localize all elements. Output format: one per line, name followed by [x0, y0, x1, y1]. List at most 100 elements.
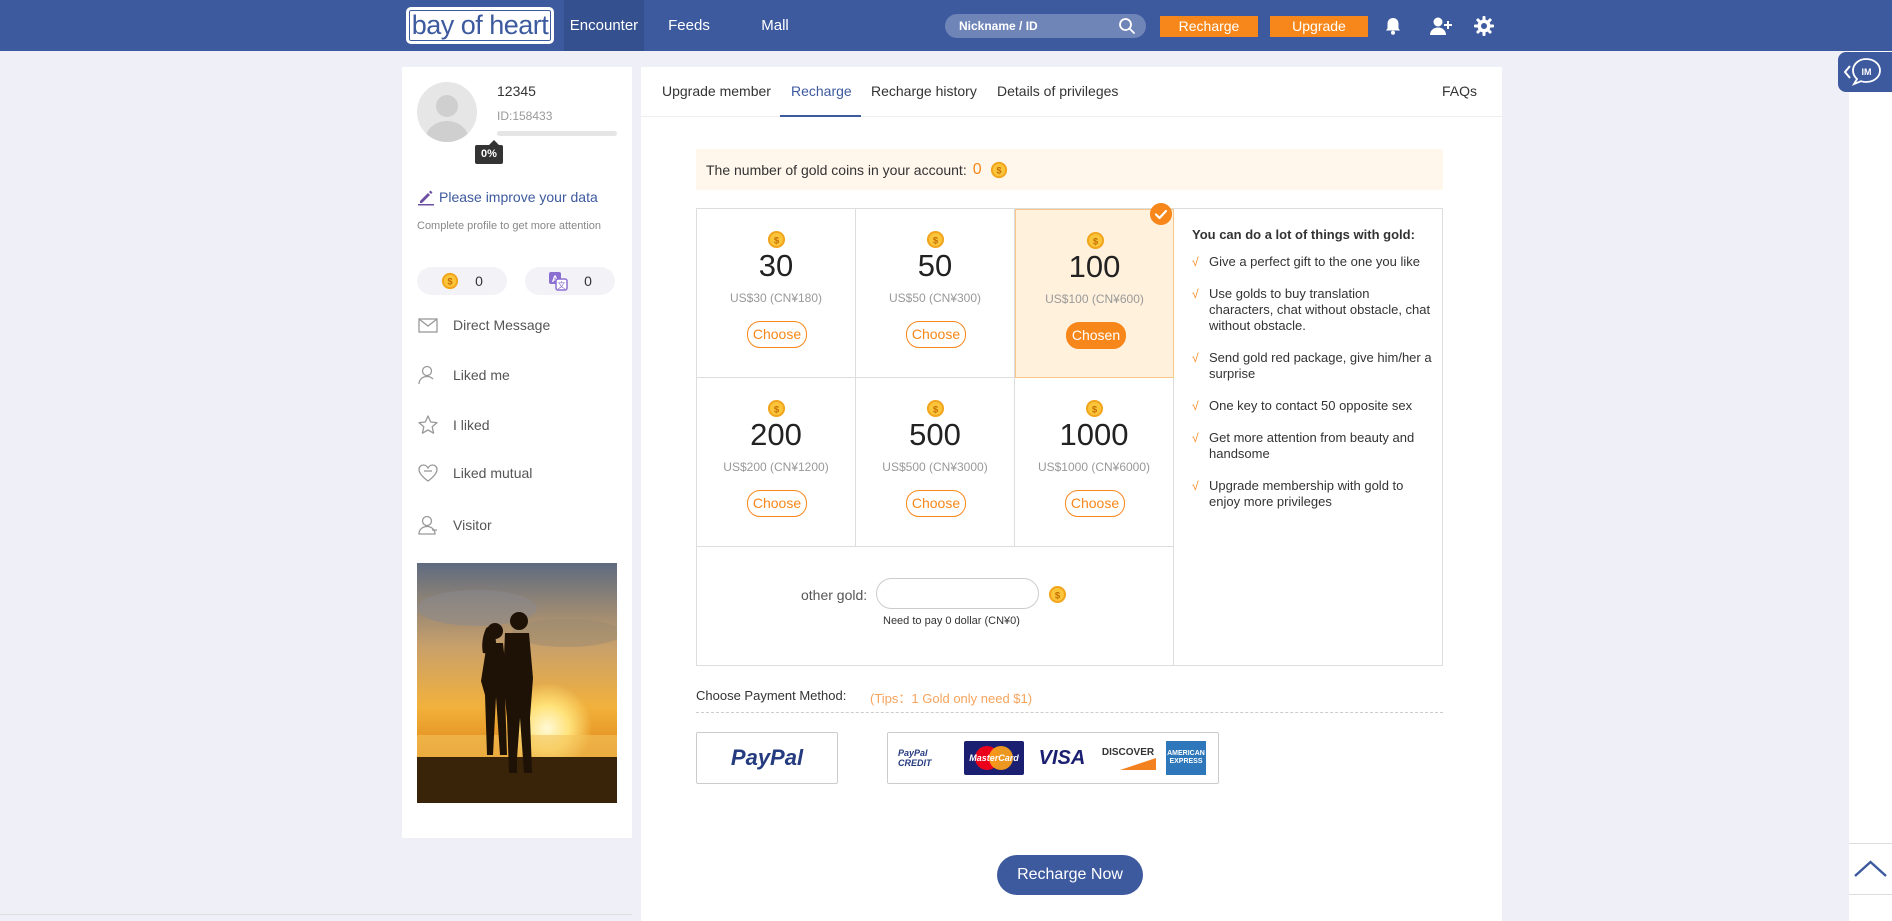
gold-package-amount: 500	[909, 417, 961, 452]
gold-coin-icon: $	[1086, 231, 1105, 250]
choose-package-button[interactable]: Choose	[906, 490, 966, 517]
add-user-icon[interactable]	[1428, 15, 1454, 37]
username: 12345	[497, 83, 536, 99]
header-upgrade-button[interactable]: Upgrade	[1270, 16, 1368, 37]
sidebar-item-label: Liked me	[453, 367, 510, 383]
site-logo[interactable]: bay of heart	[406, 7, 554, 44]
sidebar-item-label: Direct Message	[453, 317, 551, 333]
paypal-logo: PayPal	[730, 745, 804, 770]
sidebar-item-direct-message[interactable]: Direct Message	[417, 313, 550, 337]
gold-coin-icon: $	[1085, 399, 1104, 418]
nav-feeds[interactable]: Feeds	[660, 0, 718, 51]
gold-package-card[interactable]: $ 50 US$50 (CN¥300) Choose	[856, 209, 1015, 378]
gold-balance-pill[interactable]: $ 0	[417, 267, 507, 295]
card-payment-option[interactable]: PayPal CREDIT MasterCard VISA DISCOVER A…	[887, 732, 1219, 784]
gold-package-amount: 100	[1068, 249, 1121, 284]
nav-encounter[interactable]: Encounter	[564, 0, 644, 51]
recharge-now-button[interactable]: Recharge Now	[997, 855, 1143, 895]
gold-perk-text: Upgrade membership with gold to enjoy mo…	[1209, 478, 1404, 509]
header-recharge-button[interactable]: Recharge	[1160, 16, 1258, 37]
tab-details-of-privileges[interactable]: Details of privileges	[997, 83, 1118, 99]
profile-sidebar: 12345 ID:158433 0% Please improve your d…	[402, 67, 632, 838]
other-gold-row: other gold: $ Need to pay 0 dollar (CN¥0…	[696, 547, 1174, 665]
gold-perk-text: Give a perfect gift to the one you like	[1209, 254, 1421, 269]
profile-completion-label: 0%	[475, 140, 503, 164]
payment-method-label: Choose Payment Method:	[696, 688, 847, 703]
sidebar-item-label: I liked	[453, 417, 490, 433]
gold-balance-banner: The number of gold coins in your account…	[696, 149, 1443, 190]
svg-text:$: $	[448, 277, 453, 287]
gold-coin-icon: $	[441, 272, 459, 290]
back-to-top-button[interactable]	[1849, 843, 1892, 895]
footer-divider	[0, 914, 632, 915]
pencil-icon	[418, 190, 434, 206]
choose-package-button[interactable]: Choose	[747, 490, 807, 517]
gold-perk-item: √ Use golds to buy translation characters…	[1186, 286, 1436, 334]
tab-faqs[interactable]: FAQs	[1442, 83, 1477, 99]
check-mark-icon: √	[1192, 351, 1199, 365]
choose-package-button[interactable]: Choose	[906, 321, 966, 348]
tab-recharge-history[interactable]: Recharge history	[871, 83, 977, 99]
svg-text:$: $	[933, 235, 939, 246]
other-gold-input[interactable]	[876, 578, 1039, 609]
gold-package-price: US$100 (CN¥600)	[1045, 292, 1144, 306]
gear-icon[interactable]	[1473, 15, 1495, 37]
sidebar-item-liked-me[interactable]: Liked me	[417, 363, 510, 387]
payment-tips: (Tips：1 Gold only need $1)	[870, 691, 1033, 706]
gold-perk-item: √ Get more attention from beauty and hand…	[1186, 430, 1436, 462]
gold-balance-value: 0	[972, 160, 982, 178]
discover-logo: DISCOVER	[1100, 741, 1156, 775]
gold-package-card[interactable]: $ 200 US$200 (CN¥1200) Choose	[697, 378, 856, 547]
gold-package-price: US$500 (CN¥3000)	[882, 460, 988, 474]
sidebar-item-label: Liked mutual	[453, 465, 533, 481]
recharge-panel: Upgrade member Recharge Recharge history…	[641, 67, 1502, 921]
selected-check-icon	[1150, 203, 1172, 225]
sidebar-item-i-liked[interactable]: I liked	[417, 413, 490, 437]
tab-recharge[interactable]: Recharge	[791, 83, 852, 99]
other-gold-price: Need to pay 0 dollar (CN¥0)	[883, 615, 1020, 627]
gold-balance-label: The number of gold coins in your account…	[706, 161, 967, 178]
sidebar-item-liked-mutual[interactable]: Liked mutual	[417, 461, 532, 485]
search-icon[interactable]	[1118, 17, 1136, 35]
gold-perk-text: Send gold red package, give him/her a su…	[1209, 350, 1432, 381]
svg-text:$: $	[774, 404, 780, 415]
gold-package-card[interactable]: $ 500 US$500 (CN¥3000) Choose	[856, 378, 1015, 547]
nav-mall[interactable]: Mall	[752, 0, 798, 51]
im-label: IM	[1862, 67, 1872, 77]
gold-perk-text: One key to contact 50 opposite sex	[1209, 398, 1413, 413]
right-utility-strip	[1849, 51, 1892, 921]
envelope-icon	[418, 318, 438, 333]
gold-package-amount: 50	[917, 248, 953, 283]
svg-text:$: $	[996, 165, 1001, 175]
choose-package-button[interactable]: Choose	[747, 321, 807, 348]
gold-coin-icon: $	[926, 230, 945, 249]
american-express-logo: AMERICAN EXPRESS	[1166, 741, 1206, 775]
choose-package-button[interactable]: Choose	[1065, 490, 1125, 517]
promo-photo-couple-sunset[interactable]	[417, 563, 617, 803]
user-icon	[418, 365, 434, 385]
gold-package-card-selected[interactable]: $ 100 US$100 (CN¥600) Chosen	[1015, 209, 1174, 378]
gold-coin-icon: $	[990, 161, 1007, 178]
chosen-package-button[interactable]: Chosen	[1066, 322, 1126, 349]
gold-perk-item: √ Upgrade membership with gold to enjoy m…	[1186, 478, 1436, 510]
logo-text: bay of heart	[411, 10, 549, 40]
mastercard-logo: MasterCard	[964, 741, 1024, 775]
gold-coin-icon: $	[767, 230, 786, 249]
gold-package-card[interactable]: $ 30 US$30 (CN¥180) Choose	[697, 209, 856, 378]
paypal-payment-option[interactable]: PayPal	[696, 732, 838, 784]
improve-data-link[interactable]: Please improve your data	[417, 188, 598, 206]
gold-coin-icon: $	[767, 399, 786, 418]
im-chat-tab[interactable]: IM	[1838, 52, 1892, 92]
check-mark-icon: √	[1192, 431, 1199, 445]
bell-icon[interactable]	[1382, 15, 1404, 37]
gold-package-card[interactable]: $ 1000 US$1000 (CN¥6000) Choose	[1015, 378, 1174, 547]
translation-balance: 0	[584, 273, 592, 289]
sidebar-item-visitor[interactable]: Visitor	[417, 513, 492, 537]
gold-package-price: US$200 (CN¥1200)	[723, 460, 829, 474]
translation-balance-pill[interactable]: A文 0	[525, 267, 615, 295]
tab-upgrade-member[interactable]: Upgrade member	[662, 83, 771, 99]
avatar[interactable]	[417, 82, 477, 142]
profile-completion-bar	[497, 131, 617, 136]
other-gold-label: other gold:	[801, 587, 868, 603]
search-input[interactable]	[959, 14, 1109, 38]
